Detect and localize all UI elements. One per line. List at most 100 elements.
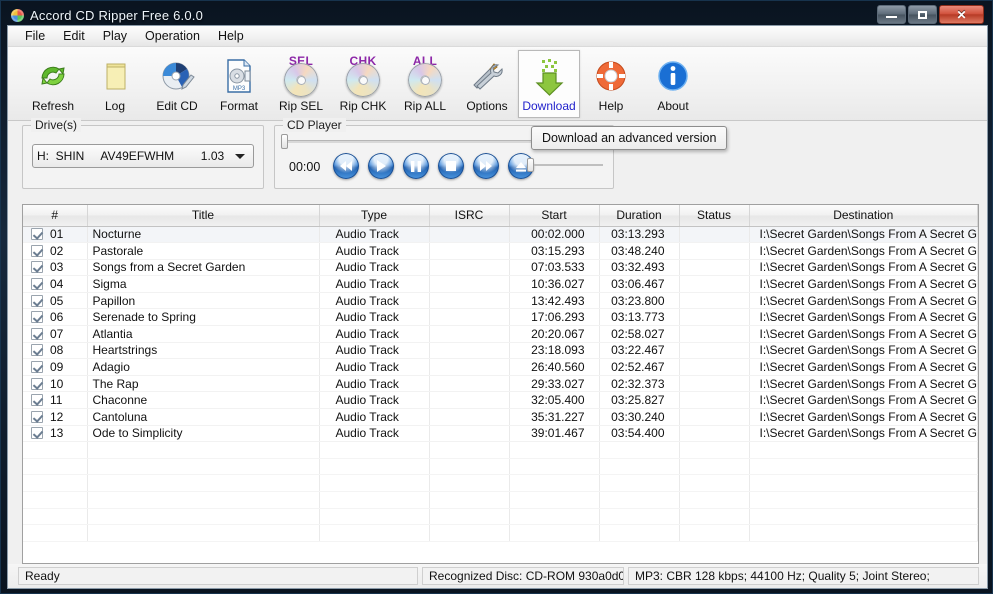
empty-cell bbox=[599, 442, 679, 459]
drive-select[interactable]: H: SHIN AV49EFWHM 1.03 bbox=[32, 144, 254, 168]
cell-title: Serenade to Spring bbox=[87, 309, 319, 326]
row-checkbox[interactable] bbox=[31, 427, 43, 439]
window-title: Accord CD Ripper Free 6.0.0 bbox=[30, 8, 203, 23]
minimize-button[interactable] bbox=[877, 5, 906, 24]
row-checkbox[interactable] bbox=[31, 361, 43, 373]
format-button[interactable]: MP3 Format bbox=[208, 50, 270, 118]
row-checkbox[interactable] bbox=[31, 411, 43, 423]
help-button[interactable]: Help bbox=[580, 50, 642, 118]
cd-player-title: CD Player bbox=[283, 118, 346, 132]
row-checkbox[interactable] bbox=[31, 378, 43, 390]
column-header-destination[interactable]: Destination bbox=[749, 205, 978, 226]
stop-button[interactable] bbox=[438, 153, 464, 179]
cell-destination: I:\Secret Garden\Songs From A Secret Gar… bbox=[749, 259, 978, 276]
row-checkbox[interactable] bbox=[31, 344, 43, 356]
cell-destination: I:\Secret Garden\Songs From A Secret Gar… bbox=[749, 276, 978, 293]
refresh-button[interactable]: Refresh bbox=[22, 50, 84, 118]
menu-bar: File Edit Play Operation Help bbox=[8, 26, 987, 47]
cell-num: 10 bbox=[23, 375, 87, 392]
close-button[interactable]: ✕ bbox=[939, 5, 984, 24]
empty-cell bbox=[23, 492, 87, 509]
empty-cell bbox=[87, 475, 319, 492]
cell-title: Heartstrings bbox=[87, 342, 319, 359]
row-checkbox[interactable] bbox=[31, 245, 43, 257]
column-header-title[interactable]: Title bbox=[87, 205, 319, 226]
edit-cd-button[interactable]: Edit CD bbox=[146, 50, 208, 118]
cell-title: Atlantia bbox=[87, 326, 319, 343]
table-row[interactable]: 02PastoraleAudio Track03:15.29303:48.240… bbox=[23, 243, 978, 260]
cell-duration: 03:32.493 bbox=[599, 259, 679, 276]
table-row[interactable]: 05PapillonAudio Track13:42.49303:23.800I… bbox=[23, 292, 978, 309]
rip-all-button[interactable]: ALL Rip ALL bbox=[394, 50, 456, 118]
cell-destination: I:\Secret Garden\Songs From A Secret Gar… bbox=[749, 243, 978, 260]
empty-cell bbox=[679, 442, 749, 459]
play-button[interactable] bbox=[368, 153, 394, 179]
cell-duration: 03:54.400 bbox=[599, 425, 679, 442]
menu-item-operation[interactable]: Operation bbox=[136, 27, 209, 45]
seek-slider-thumb[interactable] bbox=[281, 134, 288, 149]
empty-cell bbox=[749, 492, 978, 509]
menu-item-file[interactable]: File bbox=[16, 27, 54, 45]
cell-type: Audio Track bbox=[319, 309, 429, 326]
cell-status bbox=[679, 276, 749, 293]
row-checkbox[interactable] bbox=[31, 311, 43, 323]
table-row[interactable]: 07AtlantiaAudio Track20:20.06702:58.027I… bbox=[23, 326, 978, 343]
disc-shape bbox=[284, 63, 318, 97]
track-list[interactable]: # Title Type ISRC Start Duration Status … bbox=[22, 204, 979, 564]
menu-item-help[interactable]: Help bbox=[209, 27, 253, 45]
table-header: # Title Type ISRC Start Duration Status … bbox=[23, 205, 978, 226]
row-checkbox[interactable] bbox=[31, 261, 43, 273]
cell-duration: 03:48.240 bbox=[599, 243, 679, 260]
table-row[interactable]: 04SigmaAudio Track10:36.02703:06.467I:\S… bbox=[23, 276, 978, 293]
empty-cell bbox=[509, 458, 599, 475]
table-row[interactable]: 01NocturneAudio Track00:02.00003:13.293I… bbox=[23, 226, 978, 243]
row-checkbox[interactable] bbox=[31, 394, 43, 406]
row-checkbox[interactable] bbox=[31, 278, 43, 290]
column-header-status[interactable]: Status bbox=[679, 205, 749, 226]
row-checkbox[interactable] bbox=[31, 295, 43, 307]
log-button[interactable]: Log bbox=[84, 50, 146, 118]
download-button[interactable]: Download bbox=[518, 50, 580, 118]
table-row[interactable]: 06Serenade to SpringAudio Track17:06.293… bbox=[23, 309, 978, 326]
about-button[interactable]: About bbox=[642, 50, 704, 118]
table-row[interactable]: 12CantolunaAudio Track35:31.22703:30.240… bbox=[23, 409, 978, 426]
table-row[interactable]: 09AdagioAudio Track26:40.56002:52.467I:\… bbox=[23, 359, 978, 376]
cell-duration: 03:30.240 bbox=[599, 409, 679, 426]
about-label: About bbox=[657, 99, 688, 113]
cell-start: 26:40.560 bbox=[509, 359, 599, 376]
column-header-start[interactable]: Start bbox=[509, 205, 599, 226]
options-button[interactable]: Options bbox=[456, 50, 518, 118]
volume-slider-thumb[interactable] bbox=[527, 158, 534, 172]
empty-cell bbox=[749, 442, 978, 459]
maximize-button[interactable] bbox=[908, 5, 937, 24]
rip-chk-button[interactable]: CHK Rip CHK bbox=[332, 50, 394, 118]
cell-title: Chaconne bbox=[87, 392, 319, 409]
pause-button[interactable] bbox=[403, 153, 429, 179]
volume-slider-track[interactable] bbox=[531, 164, 603, 166]
rewind-button[interactable] bbox=[333, 153, 359, 179]
table-row[interactable]: 08HeartstringsAudio Track23:18.09303:22.… bbox=[23, 342, 978, 359]
menu-item-edit[interactable]: Edit bbox=[54, 27, 94, 45]
row-checkbox[interactable] bbox=[31, 228, 43, 240]
column-header-type[interactable]: Type bbox=[319, 205, 429, 226]
column-header-num[interactable]: # bbox=[23, 205, 87, 226]
table-row[interactable]: 13Ode to SimplicityAudio Track39:01.4670… bbox=[23, 425, 978, 442]
empty-cell bbox=[509, 492, 599, 509]
table-row[interactable]: 03Songs from a Secret GardenAudio Track0… bbox=[23, 259, 978, 276]
rip-sel-button[interactable]: SEL Rip SEL bbox=[270, 50, 332, 118]
table-row[interactable]: 11ChaconneAudio Track32:05.40003:25.827I… bbox=[23, 392, 978, 409]
edit-cd-icon bbox=[157, 55, 197, 97]
column-header-isrc[interactable]: ISRC bbox=[429, 205, 509, 226]
cell-status bbox=[679, 292, 749, 309]
forward-button[interactable] bbox=[473, 153, 499, 179]
row-checkbox[interactable] bbox=[31, 328, 43, 340]
cell-isrc bbox=[429, 409, 509, 426]
help-label: Help bbox=[599, 99, 624, 113]
cell-title: Nocturne bbox=[87, 226, 319, 243]
pause-icon bbox=[411, 161, 421, 172]
cell-duration: 03:25.827 bbox=[599, 392, 679, 409]
table-row[interactable]: 10The RapAudio Track29:33.02702:32.373I:… bbox=[23, 375, 978, 392]
cell-start: 10:36.027 bbox=[509, 276, 599, 293]
menu-item-play[interactable]: Play bbox=[94, 27, 136, 45]
column-header-duration[interactable]: Duration bbox=[599, 205, 679, 226]
